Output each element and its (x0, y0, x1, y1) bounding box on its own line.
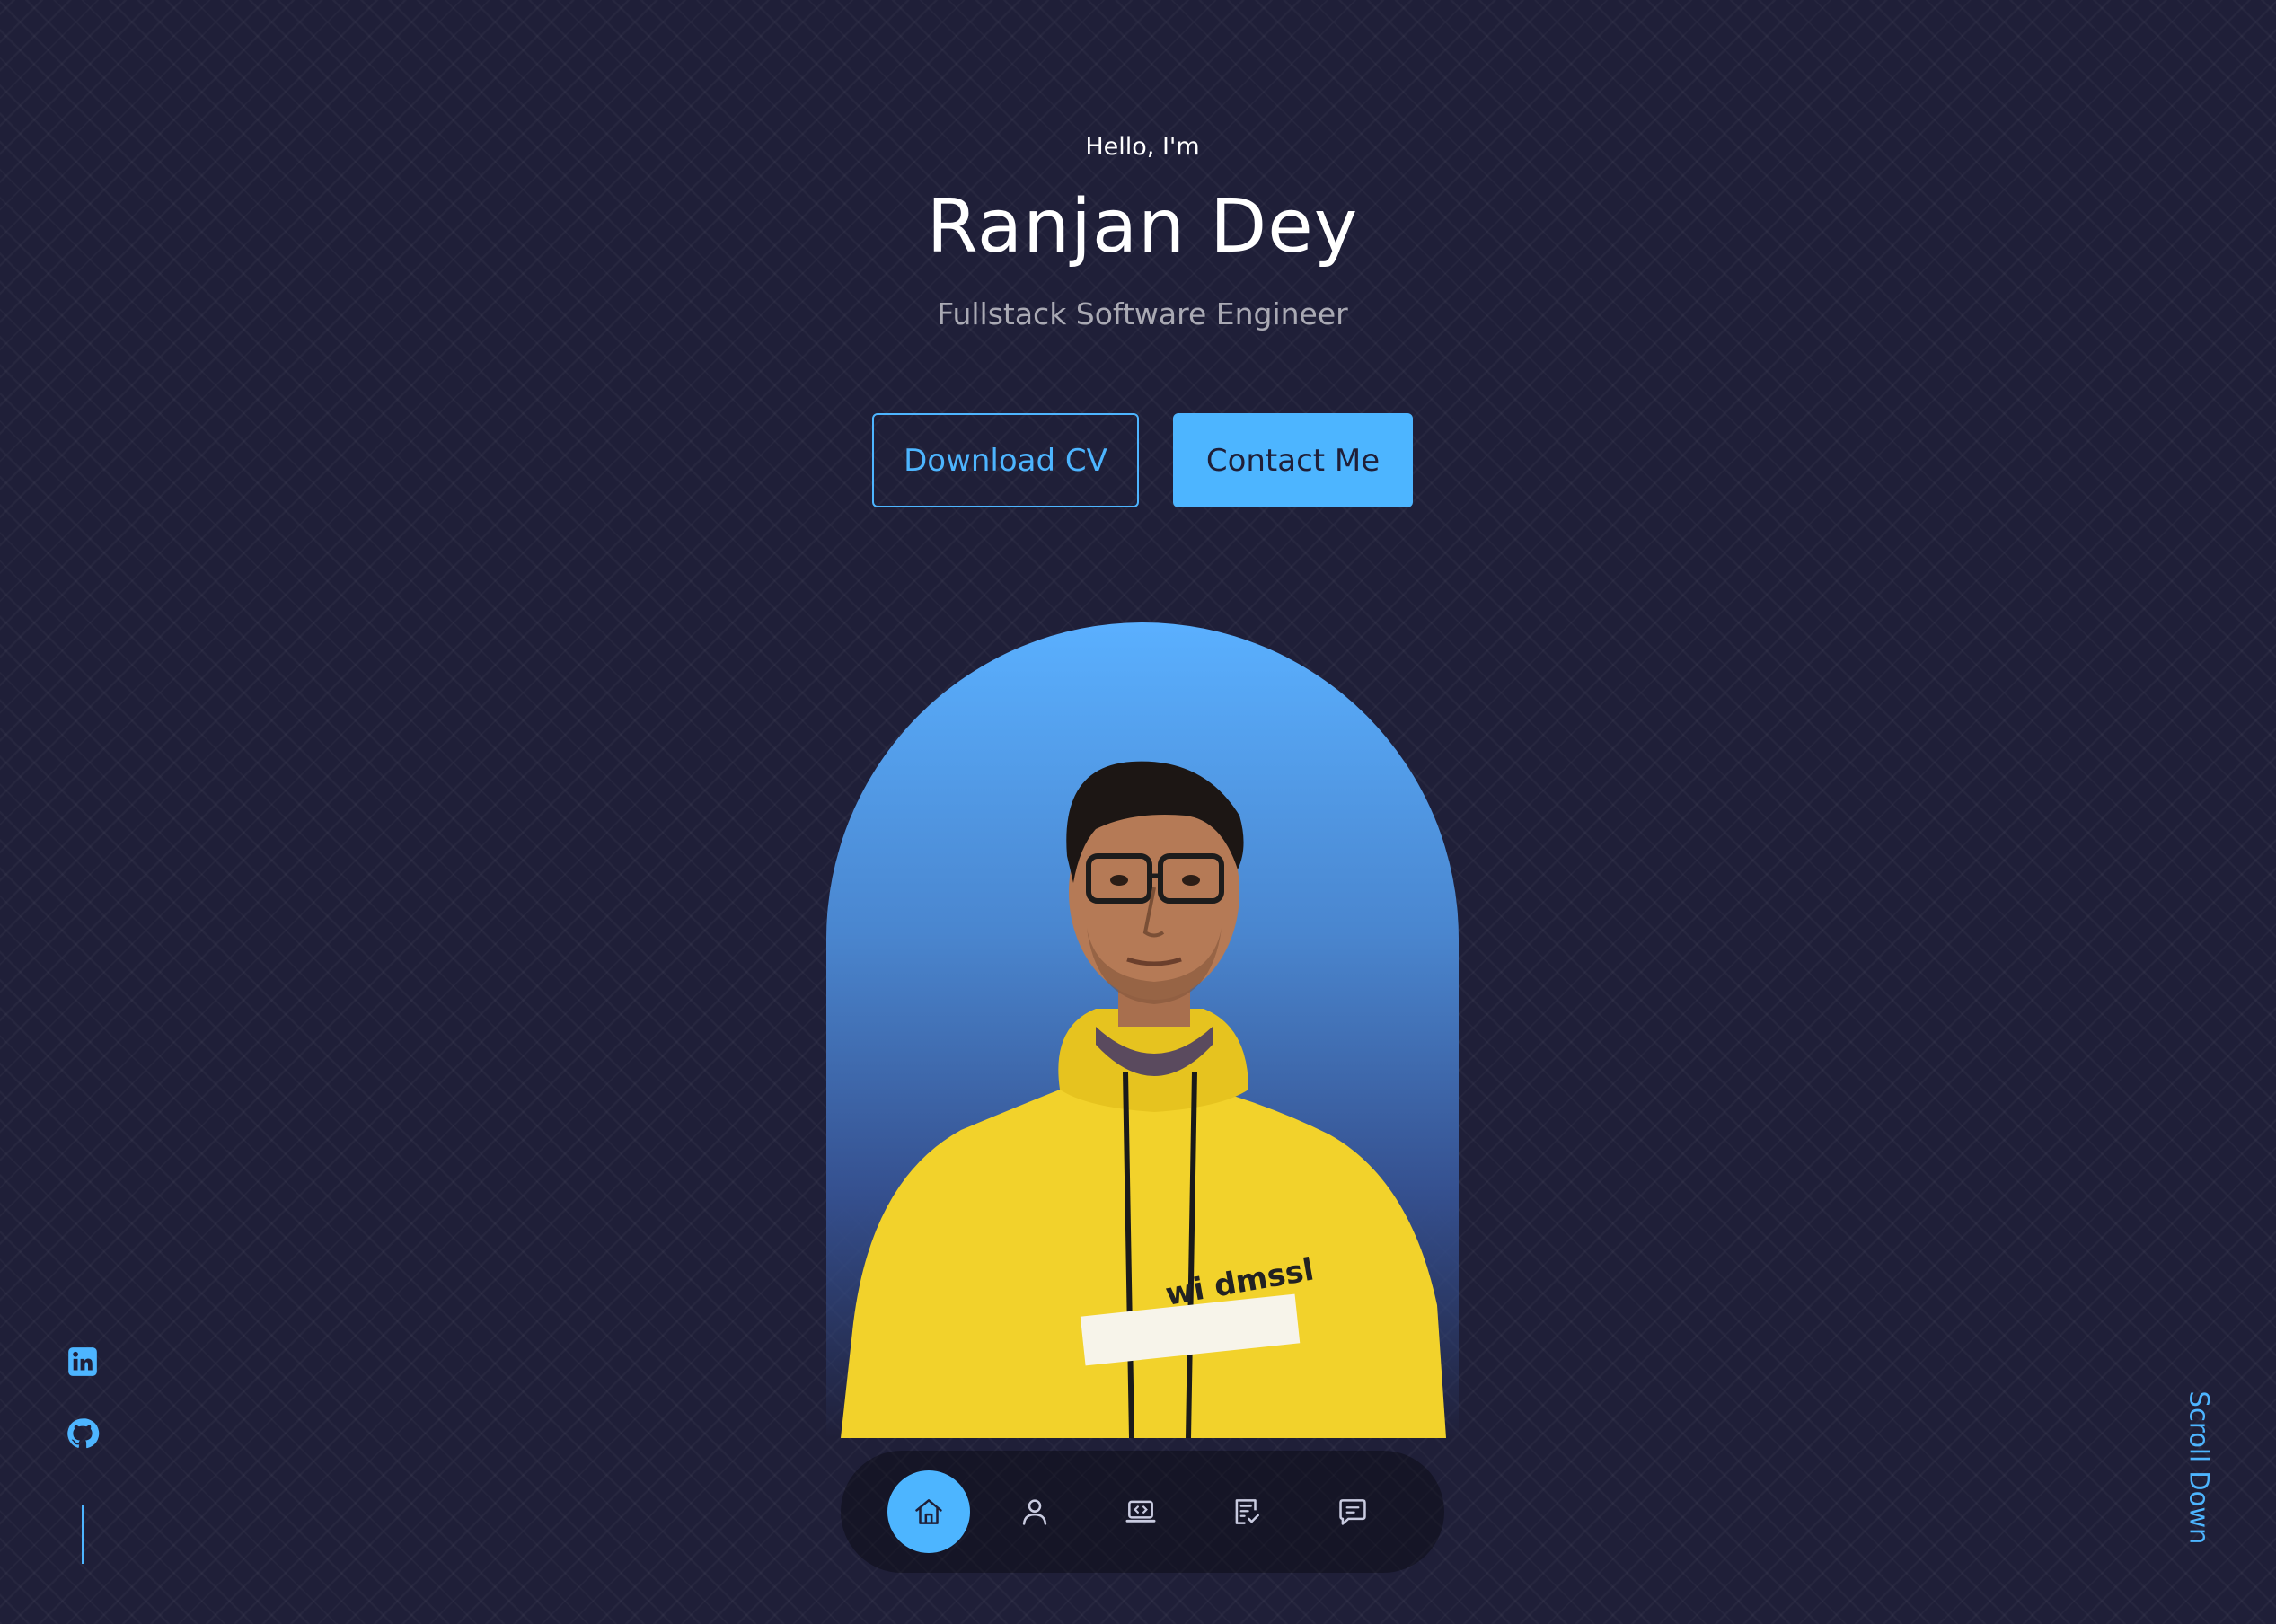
greeting-text: Hello, I'm (1085, 133, 1200, 161)
profile-photo: wi dmssl (826, 622, 1459, 1438)
scroll-down-label: Scroll Down (2183, 1390, 2215, 1545)
nav-experience[interactable] (1099, 1470, 1182, 1553)
profile-portrait-image: wi dmssl (841, 761, 1446, 1438)
linkedin-icon (68, 1347, 97, 1376)
download-cv-button[interactable]: Download CV (872, 413, 1139, 508)
role-subtitle: Fullstack Software Engineer (937, 296, 1348, 331)
laptop-code-icon (1125, 1500, 1156, 1522)
contact-me-button[interactable]: Contact Me (1173, 413, 1413, 508)
user-icon (1022, 1499, 1047, 1525)
social-divider-line (81, 1505, 84, 1564)
home-icon (915, 1499, 942, 1524)
social-links (65, 1345, 101, 1564)
page-title: Ranjan Dey (926, 184, 1359, 269)
nav-services[interactable] (1205, 1470, 1288, 1553)
github-icon (67, 1418, 100, 1449)
bottom-nav (841, 1451, 1444, 1573)
nav-home[interactable] (887, 1470, 970, 1553)
nav-about[interactable] (993, 1470, 1076, 1553)
scroll-down-link[interactable]: Scroll Down (2166, 1391, 2231, 1545)
nav-contact[interactable] (1311, 1470, 1394, 1553)
message-icon (1339, 1499, 1366, 1525)
linkedin-link[interactable] (66, 1345, 100, 1379)
checklist-icon (1235, 1499, 1259, 1524)
github-link[interactable] (66, 1417, 100, 1451)
